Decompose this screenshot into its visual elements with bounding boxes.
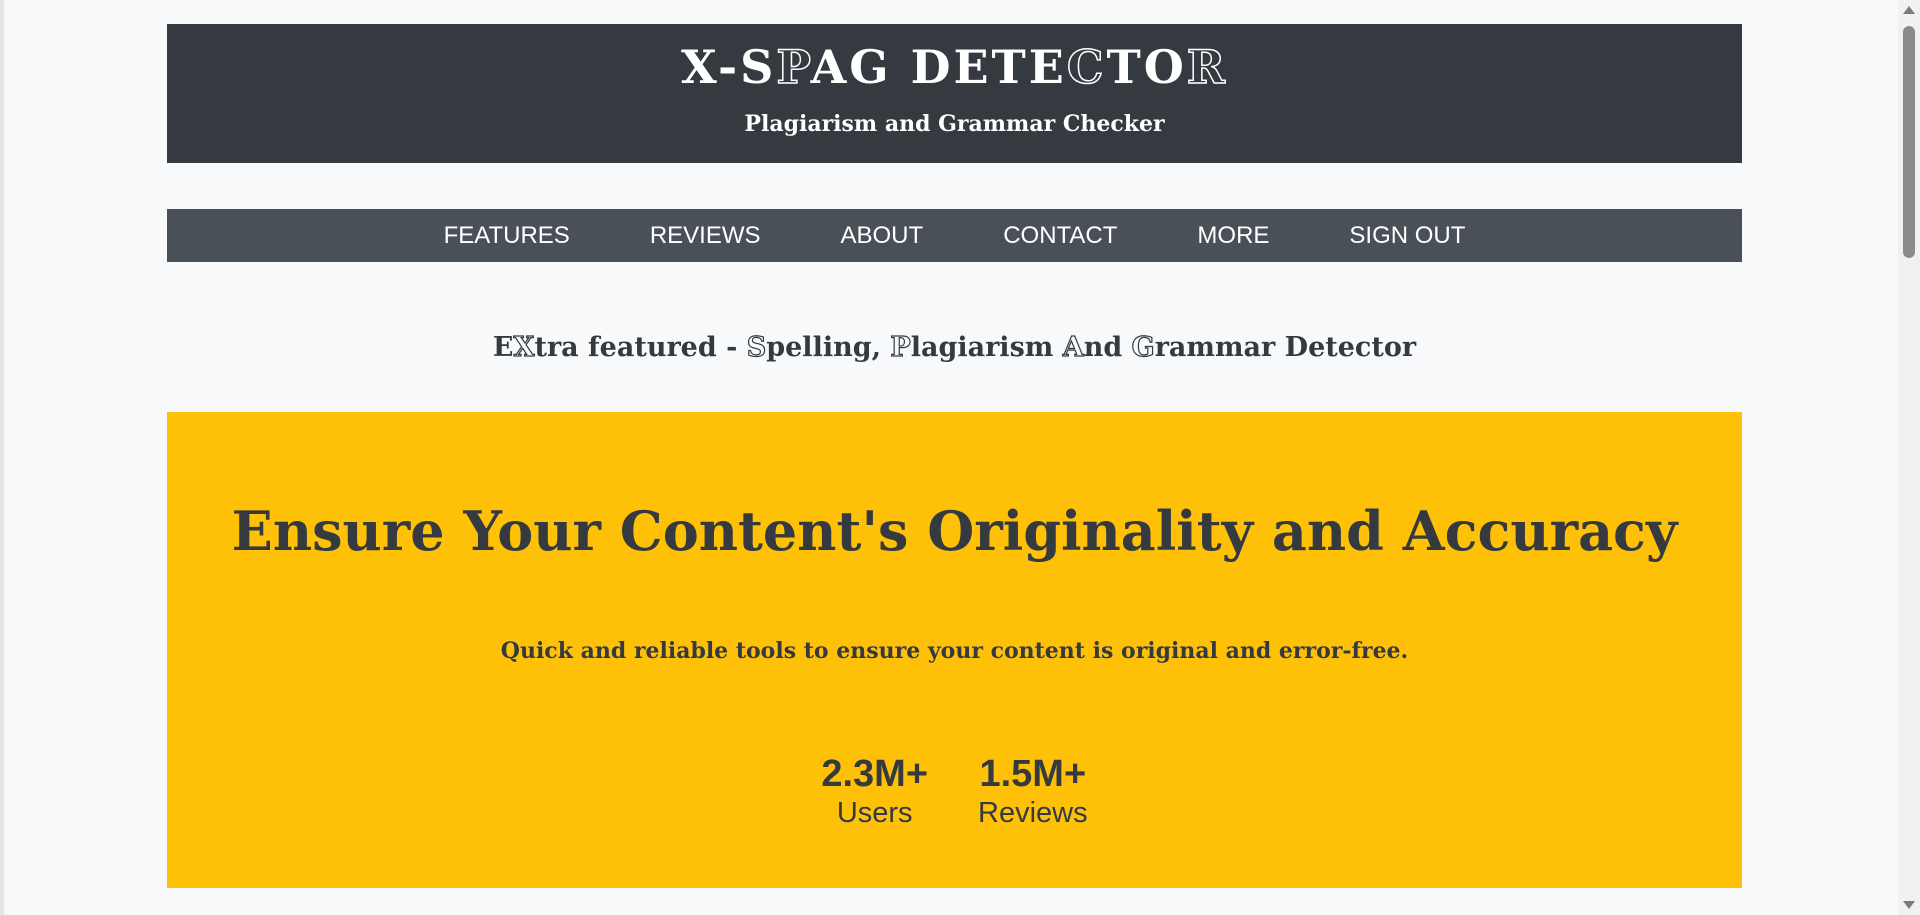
page: X-SPAG DETECTOR Plagiarism and Grammar C… xyxy=(0,0,1920,915)
nav-contact[interactable]: CONTACT xyxy=(963,209,1157,262)
scroll-up-icon[interactable] xyxy=(1903,6,1915,14)
stat-users: 2.3M+ Users xyxy=(821,753,929,831)
scrollbar-thumb[interactable] xyxy=(1903,26,1915,258)
nav-more[interactable]: MORE xyxy=(1157,209,1309,262)
title-part: AG DETE xyxy=(810,40,1067,94)
title-part-outlined: R xyxy=(1186,39,1229,95)
hero-subtitle: Quick and reliable tools to ensure your … xyxy=(500,638,1409,665)
tagline-part: E xyxy=(492,332,514,363)
scroll-down-icon[interactable] xyxy=(1903,901,1915,909)
tagline-part-outlined: A xyxy=(1062,331,1084,363)
stat-label: Users xyxy=(836,796,913,829)
site-title: X-SPAG DETECTOR xyxy=(167,24,1742,95)
hero-section: Ensure Your Content's Originality and Ac… xyxy=(167,412,1742,888)
nav-about[interactable]: ABOUT xyxy=(801,209,964,262)
nav-reviews[interactable]: REVIEWS xyxy=(610,209,801,262)
nav-features[interactable]: FEATURES xyxy=(404,209,610,262)
stat-value: 2.3M+ xyxy=(821,753,929,796)
stat-value: 1.5M+ xyxy=(979,753,1087,796)
tagline-part: rammar Detector xyxy=(1154,332,1417,363)
main-nav: FEATURES REVIEWS ABOUT CONTACT MORE SIGN… xyxy=(167,209,1742,262)
title-part-outlined: P xyxy=(776,39,811,95)
tagline: EXtra featured - Spelling, Plagiarism An… xyxy=(167,331,1742,368)
hero-title: Ensure Your Content's Originality and Ac… xyxy=(231,499,1678,563)
stat-label: Reviews xyxy=(978,796,1088,829)
tagline-part: lagiarism xyxy=(910,332,1063,363)
stat-reviews: 1.5M+ Reviews xyxy=(978,753,1088,831)
title-part-outlined: C xyxy=(1066,39,1107,95)
tagline-part: nd xyxy=(1083,332,1132,363)
main-container: X-SPAG DETECTOR Plagiarism and Grammar C… xyxy=(167,24,1742,888)
site-header: X-SPAG DETECTOR Plagiarism and Grammar C… xyxy=(167,24,1742,163)
vertical-scrollbar[interactable] xyxy=(1898,0,1920,915)
site-subtitle: Plagiarism and Grammar Checker xyxy=(744,111,1165,138)
title-part: X-S xyxy=(680,40,777,94)
title-part: TO xyxy=(1106,40,1187,94)
tagline-part-outlined: X xyxy=(513,331,535,363)
tagline-part-outlined: P xyxy=(890,331,912,363)
stats-row: 2.3M+ Users 1.5M+ Reviews xyxy=(167,753,1742,831)
tagline-part-outlined: G xyxy=(1131,331,1155,363)
tagline-part: tra featured - xyxy=(534,332,747,363)
tagline-part-outlined: S xyxy=(746,331,767,363)
nav-sign-out[interactable]: SIGN OUT xyxy=(1309,209,1505,262)
tagline-part: pelling, xyxy=(766,332,891,363)
